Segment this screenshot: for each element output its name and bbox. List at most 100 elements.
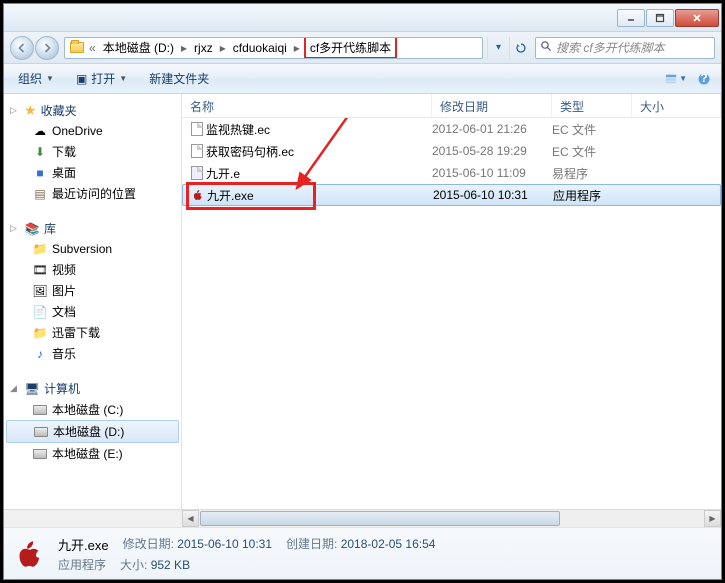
forward-button[interactable] [35, 36, 59, 60]
sidebar-item-pictures[interactable]: 🖼图片 [4, 280, 181, 301]
sidebar-item-drive-c[interactable]: 本地磁盘 (C:) [4, 399, 181, 420]
maximize-button[interactable] [646, 9, 674, 27]
file-name: 获取密码句柄.ec [206, 143, 432, 160]
file-type: EC 文件 [552, 121, 632, 138]
nav-group-computer: ◢ 🖥 计算机 本地磁盘 (C:) 本地磁盘 (D:) 本地磁盘 (E:) [4, 378, 181, 464]
file-name: 九开.exe [207, 187, 433, 204]
file-date: 2012-06-01 21:26 [432, 122, 552, 136]
details-pane: 九开.exe 修改日期: 2015-06-10 10:31 创建日期: 2018… [4, 527, 721, 579]
sidebar-item-music[interactable]: ♪音乐 [4, 343, 181, 364]
folder-icon [69, 40, 85, 56]
nav-head-computer[interactable]: ◢ 🖥 计算机 [4, 378, 181, 399]
open-button[interactable]: ▣ 打开 ▼ [68, 67, 135, 90]
nav-head-libraries[interactable]: ▷ 📚 库 [4, 218, 181, 239]
sidebar-item-downloads[interactable]: ⬇下载 [4, 141, 181, 162]
file-type: 易程序 [552, 165, 632, 182]
organize-label: 组织 [18, 70, 42, 87]
file-date: 2015-06-10 10:31 [433, 188, 553, 202]
sidebar-item-videos[interactable]: 🎞视频 [4, 259, 181, 280]
address-actions: ▾ [487, 37, 531, 59]
history-dropdown[interactable]: ▾ [487, 37, 509, 59]
music-icon: ♪ [32, 346, 48, 362]
column-type[interactable]: 类型 [552, 94, 632, 117]
column-name[interactable]: 名称 [182, 94, 432, 117]
refresh-button[interactable] [509, 37, 531, 59]
main-area: ▷ ★ 收藏夹 ☁OneDrive ⬇下载 ■桌面 ▤最近访问的位置 ▷ 📚 库… [4, 94, 721, 509]
new-folder-label: 新建文件夹 [149, 70, 209, 87]
computer-icon: 🖥 [24, 381, 40, 397]
scroll-left-button[interactable]: ◀ [182, 510, 199, 527]
open-label: 打开 [91, 70, 115, 87]
document-icon: 📄 [32, 304, 48, 320]
address-bar[interactable]: « 本地磁盘 (D:) ▸ rjxz ▸ cfduokaiqi ▸ cf多开代练… [64, 37, 483, 59]
scroll-track[interactable]: ◀ ▶ [182, 510, 721, 527]
help-button[interactable]: ? [693, 68, 715, 90]
details-size: 952 KB [151, 558, 190, 572]
file-icon [188, 122, 206, 136]
svg-text:?: ? [700, 72, 707, 85]
scroll-thumb[interactable] [200, 511, 560, 526]
search-placeholder: 搜索 cf多开代练脚本 [556, 39, 665, 56]
picture-icon: 🖼 [32, 283, 48, 299]
column-date[interactable]: 修改日期 [432, 94, 552, 117]
search-input[interactable]: 搜索 cf多开代练脚本 [535, 37, 715, 59]
file-row[interactable]: 获取密码句柄.ec 2015-05-28 19:29 EC 文件 [182, 140, 721, 162]
file-row[interactable]: 监视热键.ec 2012-06-01 21:26 EC 文件 [182, 118, 721, 140]
drive-icon [32, 402, 48, 418]
breadcrumb-current[interactable]: cf多开代练脚本 [304, 37, 397, 59]
view-options-button[interactable]: ▼ [665, 68, 687, 90]
address-bar-row: « 本地磁盘 (D:) ▸ rjxz ▸ cfduokaiqi ▸ cf多开代练… [4, 32, 721, 64]
chevron-down-icon: ▼ [119, 74, 127, 83]
desktop-icon: ■ [32, 165, 48, 181]
nav-head-favorites[interactable]: ▷ ★ 收藏夹 [4, 100, 181, 121]
drive-icon [33, 424, 49, 440]
close-button[interactable] [675, 9, 719, 27]
details-mdate: 2015-06-10 10:31 [177, 537, 272, 551]
minimize-button[interactable] [617, 9, 645, 27]
file-list[interactable]: 监视热键.ec 2012-06-01 21:26 EC 文件 获取密码句柄.ec… [182, 118, 721, 509]
open-icon: ▣ [76, 72, 87, 86]
drive-icon [32, 446, 48, 462]
search-icon [540, 40, 552, 55]
nav-group-favorites: ▷ ★ 收藏夹 ☁OneDrive ⬇下载 ■桌面 ▤最近访问的位置 [4, 100, 181, 204]
file-row[interactable]: 九开.e 2015-06-10 11:09 易程序 [182, 162, 721, 184]
scroll-right-button[interactable]: ▶ [704, 510, 721, 527]
file-name: 监视热键.ec [206, 121, 432, 138]
chevron-right-icon[interactable]: ▸ [218, 41, 228, 55]
sidebar-item-recent[interactable]: ▤最近访问的位置 [4, 183, 181, 204]
details-mdate-label: 修改日期: [123, 537, 174, 551]
sidebar-item-thunder[interactable]: 📁迅雷下载 [4, 322, 181, 343]
sidebar-item-drive-d[interactable]: 本地磁盘 (D:) [6, 420, 179, 443]
window-inner: « 本地磁盘 (D:) ▸ rjxz ▸ cfduokaiqi ▸ cf多开代练… [3, 3, 722, 580]
breadcrumb-rjxz[interactable]: rjxz [191, 41, 216, 55]
titlebar [4, 4, 721, 32]
sidebar-item-desktop[interactable]: ■桌面 [4, 162, 181, 183]
chevron-right-icon[interactable]: ▸ [292, 41, 302, 55]
navigation-pane[interactable]: ▷ ★ 收藏夹 ☁OneDrive ⬇下载 ■桌面 ▤最近访问的位置 ▷ 📚 库… [4, 94, 182, 509]
chevron-right-icon[interactable]: ▸ [179, 41, 189, 55]
video-icon: 🎞 [32, 262, 48, 278]
scroll-spacer [4, 510, 182, 527]
file-row-selected[interactable]: 九开.exe 2015-06-10 10:31 应用程序 [182, 184, 721, 206]
sidebar-item-onedrive[interactable]: ☁OneDrive [4, 121, 181, 141]
file-icon [188, 144, 206, 158]
sidebar-item-documents[interactable]: 📄文档 [4, 301, 181, 322]
nav-group-libraries: ▷ 📚 库 📁Subversion 🎞视频 🖼图片 📄文档 📁迅雷下载 ♪音乐 [4, 218, 181, 364]
thunder-icon: 📁 [32, 325, 48, 341]
breadcrumb-d[interactable]: 本地磁盘 (D:) [100, 39, 177, 56]
new-folder-button[interactable]: 新建文件夹 [141, 67, 217, 90]
chevron-down-icon: ▼ [46, 74, 54, 83]
crumb-overflow[interactable]: « [87, 41, 98, 55]
nav-buttons [10, 36, 60, 60]
breadcrumb-cfduokaiqi[interactable]: cfduokaiqi [230, 41, 290, 55]
recent-icon: ▤ [32, 186, 48, 202]
organize-menu[interactable]: 组织 ▼ [10, 67, 62, 90]
sidebar-item-drive-e[interactable]: 本地磁盘 (E:) [4, 443, 181, 464]
libraries-label: 库 [44, 220, 56, 237]
library-icon: 📚 [24, 221, 40, 237]
collapse-icon: ▷ [10, 223, 20, 234]
favorites-label: 收藏夹 [41, 102, 77, 119]
back-button[interactable] [10, 36, 34, 60]
sidebar-item-subversion[interactable]: 📁Subversion [4, 239, 181, 259]
column-size[interactable]: 大小 [632, 94, 721, 117]
